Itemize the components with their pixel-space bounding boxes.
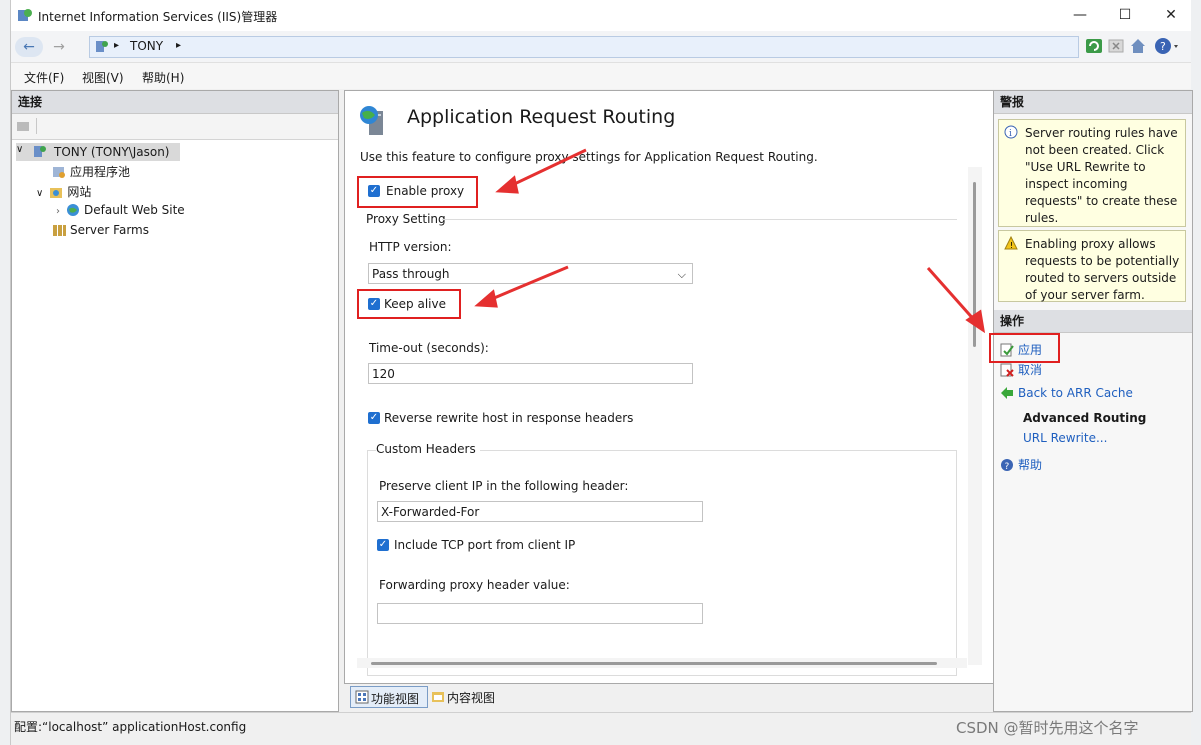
watermark: CSDN @暂时先用这个名字 xyxy=(956,719,1139,737)
annotation-arrow xyxy=(926,267,986,334)
annotation-arrow xyxy=(495,148,587,194)
annotation-arrows xyxy=(474,148,986,334)
annotation-arrow xyxy=(474,265,569,308)
